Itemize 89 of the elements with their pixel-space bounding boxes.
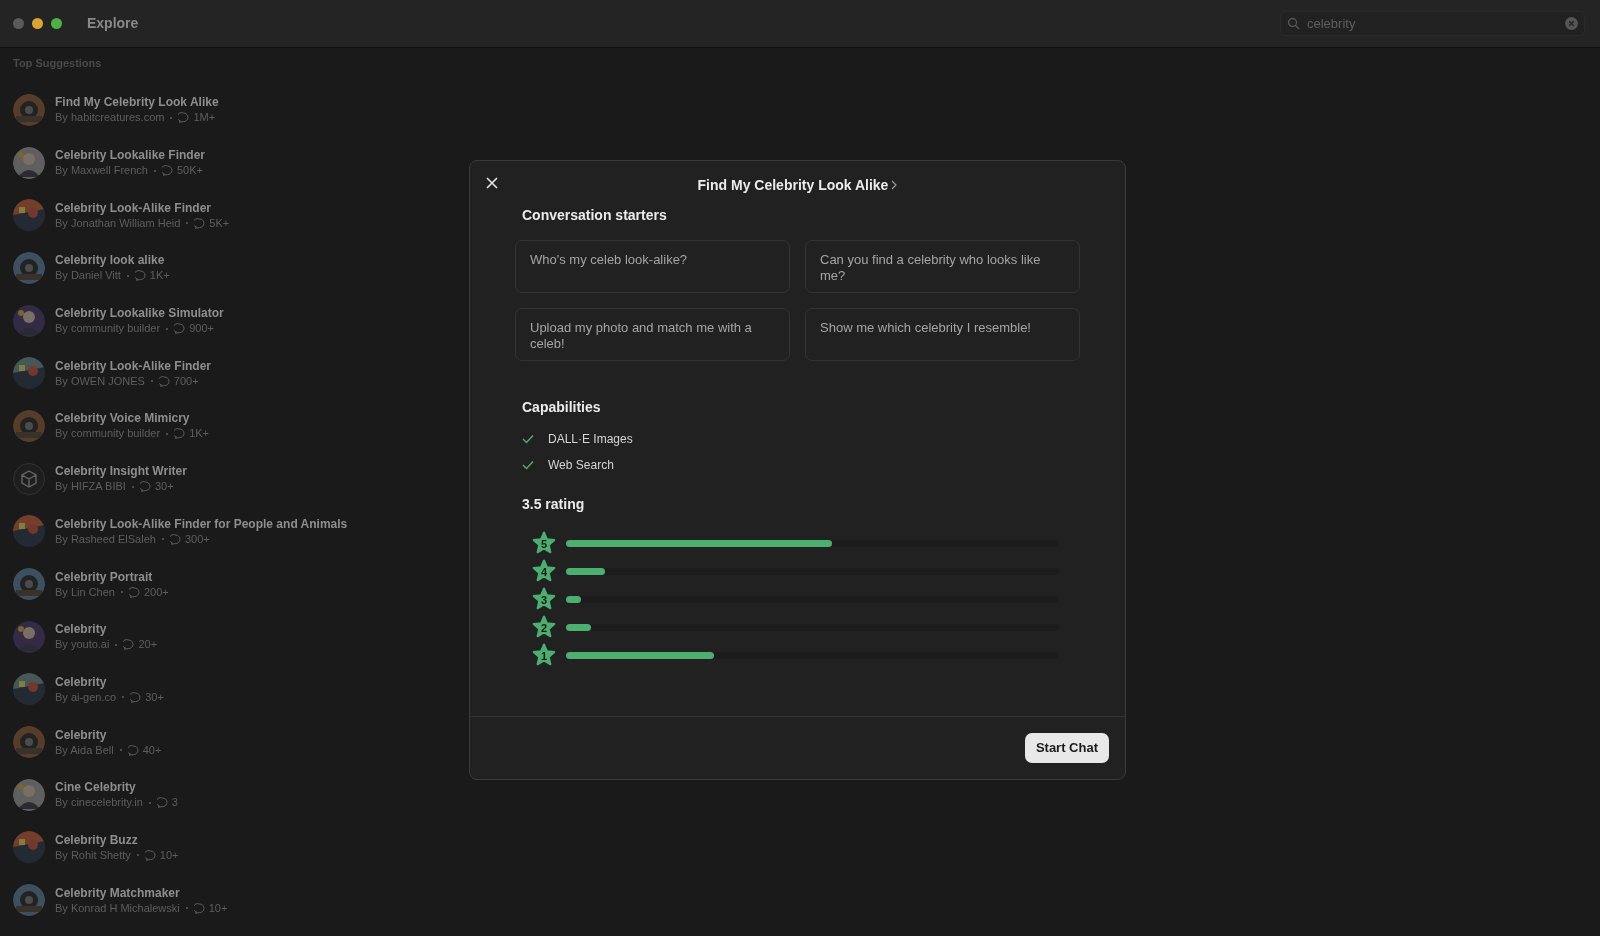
- item-author: By Rasheed ElSaleh: [55, 531, 156, 547]
- conversation-count: 50K+: [176, 163, 203, 179]
- conversation-starter[interactable]: Show me which celebrity I resemble!: [805, 308, 1080, 361]
- chat-bubble-icon: [128, 586, 140, 598]
- conversation-count: 30+: [154, 479, 174, 495]
- chat-bubble-icon: [156, 797, 168, 809]
- conversation-count: 3: [171, 795, 178, 811]
- conversation-count: 1M+: [193, 110, 216, 126]
- item-title[interactable]: Celebrity Lookalike Simulator: [55, 305, 224, 322]
- item-title[interactable]: Find My Celebrity Look Alike: [55, 94, 219, 111]
- chat-bubble-icon: [194, 217, 206, 229]
- item-title[interactable]: Celebrity Portrait: [55, 568, 169, 585]
- capability-label: DALL·E Images: [548, 431, 633, 448]
- item-title[interactable]: Celebrity Look-Alike Finder for People and Animals: [55, 515, 348, 532]
- item-author: By community builder: [55, 321, 161, 337]
- maximize-window-icon[interactable]: [51, 18, 62, 29]
- item-title[interactable]: Celebrity Buzz: [55, 831, 179, 848]
- conversation-count: 200+: [143, 584, 169, 600]
- item-author: By community builder: [55, 426, 161, 442]
- chat-bubble-icon: [169, 533, 181, 545]
- star-badge: 3: [532, 587, 556, 611]
- chat-bubble-icon: [193, 902, 205, 914]
- capability-label: Web Search: [548, 457, 614, 474]
- star-badge: 5: [532, 531, 556, 555]
- close-icon[interactable]: [486, 177, 498, 189]
- dialog-title[interactable]: Find My Celebrity Look Alike: [697, 174, 889, 196]
- conversation-count: 1K+: [189, 426, 210, 442]
- item-title[interactable]: Celebrity look alike: [55, 252, 170, 269]
- item-title[interactable]: Celebrity Lookalike Finder: [55, 147, 206, 164]
- conversation-starter[interactable]: Can you find a celebrity who looks like me?: [805, 240, 1080, 293]
- chat-bubble-icon: [127, 744, 139, 756]
- item-title[interactable]: Celebrity: [55, 726, 162, 743]
- conversation-count: 5K+: [209, 215, 230, 231]
- conversation-count: 1K+: [149, 268, 170, 284]
- check-icon: [522, 460, 534, 470]
- start-chat-button[interactable]: Start Chat: [1024, 733, 1109, 763]
- item-author: By Daniel Vitt: [55, 268, 121, 284]
- item-author: By ai-gen.co: [55, 689, 117, 705]
- item-title[interactable]: Celebrity Matchmaker: [55, 884, 228, 901]
- item-author: By Lin Chen: [55, 584, 115, 600]
- item-author: By habitcreatures.com: [55, 110, 165, 126]
- chat-bubble-icon: [139, 481, 151, 493]
- section-heading: 3.5 rating: [522, 495, 586, 514]
- item-title[interactable]: Celebrity: [55, 673, 164, 690]
- search-icon: [1287, 17, 1300, 30]
- check-icon: [522, 434, 534, 444]
- item-author: By Rohit Shetty: [55, 847, 131, 863]
- conversation-count: 300+: [184, 531, 210, 547]
- conversation-count: 10+: [159, 847, 179, 863]
- conversation-count: 700+: [173, 373, 199, 389]
- item-title[interactable]: Celebrity: [55, 621, 158, 638]
- item-title[interactable]: Celebrity Voice Mimicry: [55, 410, 210, 427]
- chat-bubble-icon: [161, 165, 173, 177]
- conversation-count: 40+: [142, 742, 162, 758]
- star-badge: 2: [532, 615, 556, 639]
- section-heading: Capabilities: [522, 398, 602, 417]
- item-title[interactable]: Celebrity Insight Writer: [55, 463, 187, 480]
- chevron-right-icon[interactable]: [891, 180, 898, 190]
- conversation-count: 20+: [138, 637, 158, 653]
- chat-bubble-icon: [174, 323, 186, 335]
- item-title[interactable]: Celebrity Look-Alike Finder: [55, 357, 212, 374]
- item-author: By Jonathan William Heid: [55, 215, 181, 231]
- chat-bubble-icon: [130, 691, 142, 703]
- section-heading: Conversation starters: [522, 206, 668, 225]
- conversation-count: 30+: [145, 689, 164, 705]
- item-author: By youto.ai: [55, 637, 110, 653]
- item-author: By Maxwell French: [55, 163, 148, 179]
- minimize-window-icon[interactable]: [32, 18, 43, 29]
- item-title[interactable]: Cine Celebrity: [55, 779, 178, 796]
- star-badge: 1: [532, 643, 556, 667]
- conversation-starter[interactable]: Who's my celeb look-alike?: [515, 240, 790, 293]
- item-author: By Aida Bell: [55, 742, 114, 758]
- cube-icon: [13, 462, 45, 495]
- item-author: By Konrad H Michalewski: [55, 900, 180, 916]
- chat-bubble-icon: [123, 639, 135, 651]
- star-badge: 4: [532, 559, 556, 583]
- chat-bubble-icon: [174, 428, 186, 440]
- item-title[interactable]: Celebrity Look-Alike Finder: [55, 199, 230, 216]
- item-author: By cinecelebrity.in: [55, 795, 143, 811]
- window-title: Explore: [87, 14, 139, 33]
- chat-bubble-icon: [134, 270, 146, 282]
- conversation-starter[interactable]: Upload my photo and match me with a celeb!: [515, 308, 790, 361]
- conversation-count: 900+: [189, 321, 214, 337]
- chat-bubble-icon: [144, 849, 156, 861]
- chat-bubble-icon: [178, 112, 190, 124]
- chat-bubble-icon: [158, 375, 170, 387]
- item-author: By HIFZA BIBI: [55, 479, 126, 495]
- item-author: By OWEN JONES: [55, 373, 145, 389]
- conversation-count: 10+: [208, 900, 228, 916]
